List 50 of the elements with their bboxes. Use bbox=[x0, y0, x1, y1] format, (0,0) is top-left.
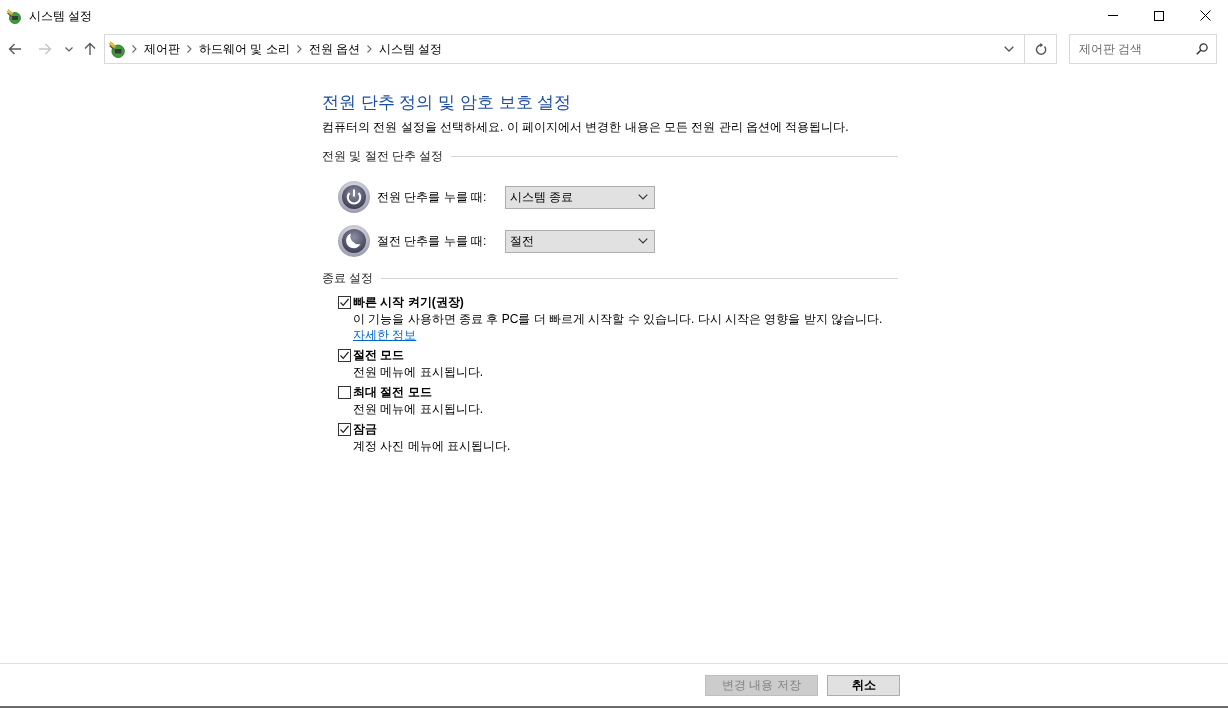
close-icon bbox=[1199, 10, 1211, 21]
window-title: 시스템 설정 bbox=[29, 7, 93, 24]
option-label: 최대 절전 모드 bbox=[353, 384, 432, 401]
address-bar[interactable]: 제어판 하드웨어 및 소리 전원 옵션 시스템 설정 bbox=[104, 34, 1024, 64]
breadcrumb-item[interactable]: 하드웨어 및 소리 bbox=[198, 41, 291, 57]
checkbox[interactable] bbox=[338, 422, 351, 436]
breadcrumb-item[interactable]: 제어판 bbox=[143, 41, 181, 57]
dropdown[interactable]: 시스템 종료 bbox=[505, 185, 655, 209]
globe-plug-icon bbox=[6, 7, 22, 24]
chevron-down-icon bbox=[638, 194, 648, 200]
arrow-left-icon bbox=[8, 43, 22, 55]
more-info-link[interactable]: 자세한 정보 bbox=[353, 327, 417, 343]
page-heading: 전원 단추 정의 및 암호 보호 설정 bbox=[322, 92, 573, 114]
option-description: 이 기능을 사용하면 종료 후 PC를 더 빠르게 시작할 수 있습니다. 다시 시작은 영향을 받지 않습니다. bbox=[352, 311, 884, 327]
search-icon bbox=[1196, 43, 1208, 55]
option-description: 계정 사진 메뉴에 표시됩니다. bbox=[352, 438, 512, 454]
dropdown[interactable]: 절전 bbox=[505, 229, 655, 253]
chevron-down-icon bbox=[638, 238, 648, 244]
option-description: 전원 메뉴에 표시됩니다. bbox=[352, 364, 484, 380]
chevron-right-icon bbox=[296, 45, 302, 53]
minimize-icon bbox=[1108, 15, 1118, 16]
checkbox[interactable] bbox=[338, 348, 351, 362]
option-label: 잠금 bbox=[353, 421, 377, 438]
breadcrumb-item[interactable]: 시스템 설정 bbox=[378, 41, 444, 57]
power-button-icon bbox=[338, 181, 370, 213]
globe-plug-icon bbox=[108, 40, 126, 58]
cancel-button[interactable]: 취소 bbox=[827, 674, 900, 696]
option-label: 절전 모드 bbox=[353, 347, 405, 364]
option-label: 빠른 시작 켜기(권장) bbox=[353, 294, 464, 311]
moon-button-icon bbox=[338, 225, 370, 257]
breadcrumb-item[interactable]: 전원 옵션 bbox=[307, 41, 361, 57]
setting-label: 절전 단추를 누를 때: bbox=[377, 233, 488, 249]
refresh-button[interactable] bbox=[1024, 34, 1057, 64]
checkbox[interactable] bbox=[338, 385, 351, 399]
refresh-icon bbox=[1034, 42, 1047, 56]
arrow-right-icon bbox=[38, 43, 52, 55]
option-description: 전원 메뉴에 표시됩니다. bbox=[352, 401, 484, 417]
section-title: 종료 설정 bbox=[322, 270, 374, 287]
arrow-up-icon bbox=[84, 42, 96, 56]
page-description: 컴퓨터의 전원 설정을 선택하세요. 이 페이지에서 변경한 내용은 모든 전원 관리 옵션에 적용됩니다. bbox=[322, 119, 850, 135]
setting-label: 전원 단추를 누를 때: bbox=[377, 189, 488, 205]
search-field[interactable]: 제어판 검색 bbox=[1069, 34, 1217, 64]
chevron-down-icon bbox=[65, 46, 73, 52]
chevron-right-icon bbox=[132, 45, 137, 53]
maximize-icon bbox=[1154, 10, 1164, 21]
section-title: 전원 및 절전 단추 설정 bbox=[322, 148, 444, 165]
checkbox[interactable] bbox=[338, 295, 351, 309]
chevron-down-icon[interactable] bbox=[1004, 46, 1014, 52]
chevron-right-icon bbox=[367, 45, 372, 53]
chevron-right-icon bbox=[187, 45, 192, 53]
